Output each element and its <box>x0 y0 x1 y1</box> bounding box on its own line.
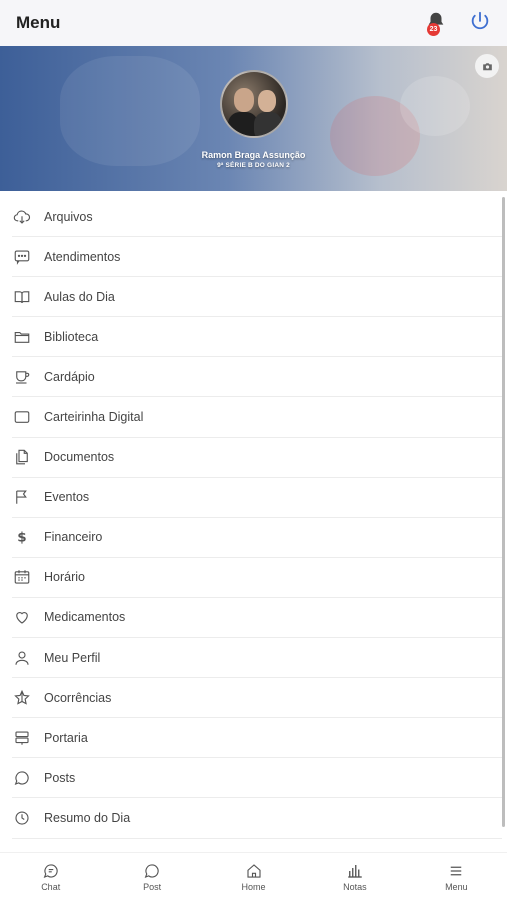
menu-item-label: Portaria <box>44 730 88 745</box>
menu-item-aulas-do-dia[interactable]: Aulas do Dia <box>12 277 502 318</box>
background-decoration <box>400 76 470 136</box>
menu-item-label: Aulas do Dia <box>44 289 115 304</box>
cup-icon <box>12 367 32 387</box>
menu-item-label: Resumo do Dia <box>44 810 131 825</box>
clock-icon <box>12 808 32 828</box>
menu-item-financeiro[interactable]: $ Financeiro <box>12 518 502 558</box>
nav-label: Menu <box>445 881 468 892</box>
menu-item-horario[interactable]: Horário <box>12 558 502 598</box>
menu-item-atendimentos[interactable]: Atendimentos <box>12 237 502 278</box>
chat-box-icon <box>12 247 32 267</box>
dollar-icon: $ <box>12 527 32 547</box>
notification-badge: 23 <box>427 23 440 36</box>
nav-label: Notas <box>343 881 367 892</box>
menu-item-label: Meu Perfil <box>44 650 101 665</box>
menu-item-posts[interactable]: Posts <box>12 758 502 799</box>
cloud-download-icon <box>12 207 32 227</box>
nav-label: Post <box>143 881 162 892</box>
menu-item-label: Biblioteca <box>44 329 99 344</box>
menu-item-label: Horário <box>44 570 85 585</box>
avatar[interactable] <box>220 70 288 138</box>
nav-home[interactable]: Home <box>203 853 304 900</box>
change-photo-button[interactable] <box>475 54 499 78</box>
signpost-icon <box>12 728 32 748</box>
post-icon <box>144 863 159 878</box>
menu-item-label: Documentos <box>44 450 115 465</box>
nav-menu[interactable]: Menu <box>406 853 507 900</box>
calendar-icon <box>12 567 32 587</box>
notifications-button[interactable]: 23 <box>425 10 451 36</box>
logout-button[interactable] <box>469 10 491 37</box>
profile-class: 9ª SÉRIE B DO GIAN 2 <box>217 162 290 169</box>
menu-item-label: Cardápio <box>44 369 95 384</box>
menu-item-arquivos[interactable]: Arquivos <box>12 197 502 238</box>
menu-list: Arquivos Atendimentos Aulas do Dia Bibli… <box>0 197 502 852</box>
camera-icon <box>482 62 492 70</box>
page-title: Menu <box>16 13 61 32</box>
menu-item-label: Medicamentos <box>44 610 126 625</box>
menu-item-biblioteca[interactable]: Biblioteca <box>12 317 502 358</box>
menu-item-documentos[interactable]: Documentos <box>12 438 502 478</box>
menu-item-label: Eventos <box>44 490 90 505</box>
menu-item-resumo-do-dia[interactable]: Resumo do Dia <box>12 798 502 839</box>
nav-label: Home <box>241 881 266 892</box>
hamburger-icon <box>451 866 462 875</box>
speech-bubble-icon <box>12 768 32 788</box>
folder-icon <box>12 327 32 347</box>
menu-item-label: Posts <box>44 770 76 785</box>
profile-name: Ramon Braga Assunção <box>201 150 306 160</box>
nav-post[interactable]: Post <box>101 853 202 900</box>
menu-item-cardapio[interactable]: Cardápio <box>12 357 502 398</box>
documents-icon <box>12 447 32 467</box>
book-open-icon <box>12 287 32 307</box>
menu-item-label: Ocorrências <box>44 690 112 705</box>
chat-icon <box>43 863 58 878</box>
scrollbar[interactable] <box>502 197 505 827</box>
power-icon <box>471 11 489 29</box>
user-icon <box>12 648 32 668</box>
card-icon <box>12 407 32 427</box>
menu-item-ocorrencias[interactable]: Ocorrências <box>12 678 502 719</box>
menu-item-label: Financeiro <box>44 530 103 545</box>
nav-label: Chat <box>41 881 61 892</box>
bar-chart-icon <box>348 864 362 878</box>
menu-item-portaria[interactable]: Portaria <box>12 718 502 759</box>
menu-item-carteirinha-digital[interactable]: Carteirinha Digital <box>12 397 502 438</box>
menu-item-partial[interactable] <box>12 839 502 853</box>
menu-item-meu-perfil[interactable]: Meu Perfil <box>12 638 502 679</box>
home-icon <box>246 863 261 878</box>
top-app-bar: Menu 23 <box>0 0 507 46</box>
profile-header: Ramon Braga Assunção 9ª SÉRIE B DO GIAN … <box>0 46 507 191</box>
menu-item-eventos[interactable]: Eventos <box>12 478 502 518</box>
menu-item-medicamentos[interactable]: Medicamentos <box>12 598 502 639</box>
flag-icon <box>12 487 32 507</box>
nav-notas[interactable]: Notas <box>304 853 405 900</box>
nav-chat[interactable]: Chat <box>0 853 101 900</box>
bottom-navigation: Chat Post Home Notas Menu <box>0 852 507 900</box>
heart-icon <box>12 607 32 627</box>
menu-item-label: Arquivos <box>44 209 93 224</box>
menu-item-label: Carteirinha Digital <box>44 410 144 425</box>
svg-text:$: $ <box>17 530 26 546</box>
menu-item-label: Atendimentos <box>44 249 121 264</box>
star-icon <box>12 688 32 708</box>
